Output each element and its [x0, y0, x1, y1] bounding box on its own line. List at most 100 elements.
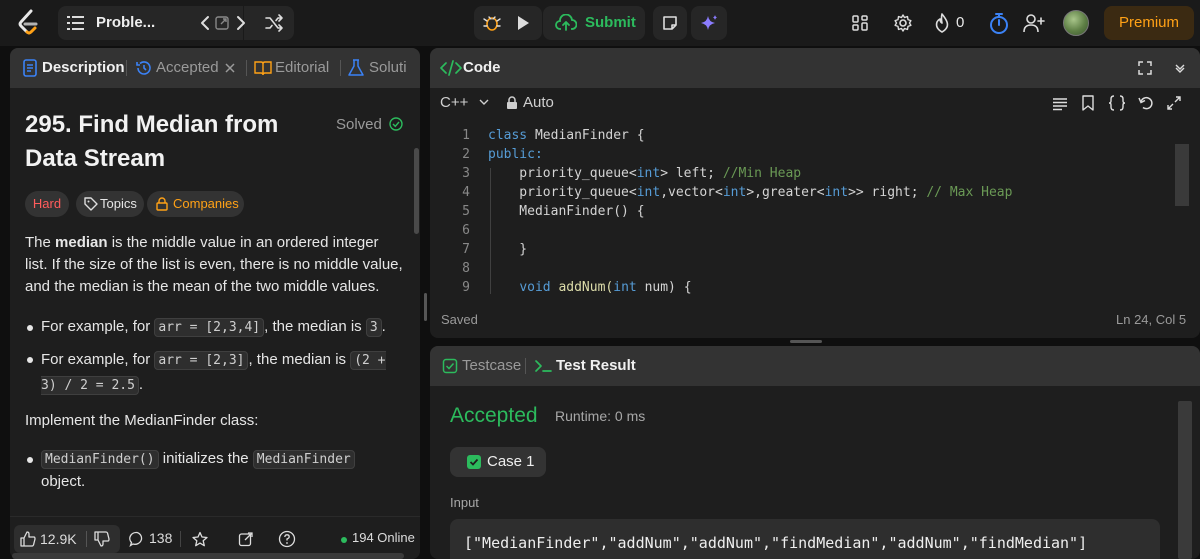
test-panel-scrollbar[interactable] — [1178, 401, 1192, 559]
case-1-tab[interactable]: Case 1 — [450, 447, 546, 477]
difficulty-badge: Hard — [25, 191, 69, 217]
verdict-status: Accepted — [450, 404, 538, 427]
cloud-upload-icon — [555, 14, 577, 31]
premium-label: Premium — [1118, 14, 1179, 31]
run-play-icon[interactable] — [514, 14, 532, 32]
test-tabs-bar: Testcase Test Result — [430, 346, 1200, 386]
horizontal-scrollbar[interactable] — [12, 553, 404, 559]
like-count: 12.9K — [40, 531, 77, 547]
collapse-chevron-icon[interactable] — [1174, 62, 1186, 74]
list-icon — [67, 16, 84, 30]
bullet — [27, 457, 33, 463]
companies-tag-button[interactable]: Companies — [147, 191, 244, 217]
class-item-1: MedianFinder() initializes the MedianFin… — [41, 448, 371, 493]
tab-description[interactable]: Description — [42, 59, 125, 76]
share-icon[interactable] — [238, 531, 254, 547]
shuffle-icon[interactable] — [257, 6, 291, 40]
flask-icon — [348, 59, 364, 76]
inline-code: MedianFinder() — [41, 450, 159, 469]
submit-button[interactable]: Submit — [543, 6, 645, 40]
note-icon — [663, 16, 677, 30]
tab-divider — [340, 60, 341, 76]
description-tabs-bar: Description Accepted Editorial Soluti — [10, 48, 420, 88]
comment-icon[interactable] — [129, 531, 145, 547]
tab-divider — [126, 60, 127, 76]
add-friend-icon[interactable] — [1022, 12, 1046, 34]
chevron-left-icon[interactable] — [189, 6, 223, 40]
code-token: >,greater< — [746, 185, 825, 200]
example-2: For example, for arr = [2,3], the median… — [41, 348, 391, 398]
bookmark-icon[interactable] — [1082, 95, 1094, 111]
solved-status: Solved — [336, 116, 403, 133]
chevron-right-icon[interactable] — [223, 6, 257, 40]
inline-code: MedianFinder — [252, 450, 355, 469]
problem-title[interactable]: 295. Find Median from Data Stream — [25, 108, 325, 176]
line-number: 7 — [462, 242, 470, 257]
runtime-text: Runtime: 0 ms — [555, 408, 646, 424]
autocomplete-mode[interactable]: Auto — [523, 94, 554, 111]
leetcode-logo-icon[interactable] — [14, 8, 44, 38]
code-token: int — [636, 166, 661, 181]
tab-accepted[interactable]: Accepted — [156, 59, 219, 76]
comment-count[interactable]: 138 — [149, 530, 172, 546]
test-panel: Testcase Test Result Accepted Runtime: 0… — [430, 346, 1200, 559]
solved-label: Solved — [336, 116, 382, 133]
thumbs-down-icon[interactable] — [94, 531, 110, 547]
debug-bug-icon[interactable] — [482, 13, 502, 33]
fullscreen-icon[interactable] — [1138, 61, 1152, 75]
intro-bold-term: median — [55, 234, 108, 251]
format-lines-icon[interactable] — [1052, 97, 1068, 111]
code-scrollbar[interactable] — [1175, 144, 1189, 206]
layout-grid-icon[interactable] — [851, 14, 869, 32]
code-brackets-icon — [440, 60, 462, 76]
code-line: void addNum(int num) { — [488, 280, 691, 295]
code-token: } — [488, 242, 528, 257]
inline-code: arr = [2,3,4] — [154, 318, 265, 337]
code-editor[interactable]: 1 class MedianFinder {2 public: 3 priority_… — [430, 128, 1200, 295]
code-token: priority_queue< — [488, 166, 637, 181]
user-avatar[interactable] — [1063, 10, 1089, 36]
line-number: 4 — [462, 185, 470, 200]
favorite-star-icon[interactable] — [192, 531, 208, 547]
premium-button[interactable]: Premium — [1104, 6, 1194, 40]
line-number: 9 — [462, 280, 470, 295]
help-question-icon[interactable] — [278, 530, 296, 548]
streak-fire-icon[interactable] — [933, 12, 951, 34]
divider — [86, 531, 87, 547]
description-scrollbar[interactable] — [414, 148, 419, 234]
intro-text: The — [25, 234, 56, 251]
tab-solutions[interactable]: Soluti — [369, 59, 407, 76]
implement-heading: Implement the MedianFinder class: — [25, 412, 259, 429]
panel-resize-handle[interactable] — [424, 293, 427, 321]
run-group — [474, 6, 542, 40]
settings-gear-icon[interactable] — [893, 13, 913, 33]
code-token: ,vector< — [660, 185, 723, 200]
tab-editorial[interactable]: Editorial — [275, 59, 329, 76]
ai-assist-button[interactable] — [691, 6, 727, 40]
code-line: MedianFinder() { — [488, 204, 644, 219]
thumbs-up-icon[interactable] — [20, 531, 36, 547]
example-text: , the median is — [248, 351, 351, 368]
tab-testcase[interactable]: Testcase — [462, 357, 521, 374]
close-tab-icon[interactable] — [224, 62, 236, 74]
problem-list-button[interactable]: Proble... — [96, 14, 155, 31]
document-icon — [23, 59, 37, 77]
timer-stopwatch-icon[interactable] — [988, 11, 1010, 35]
book-icon — [254, 61, 272, 76]
notes-button[interactable] — [653, 6, 687, 40]
tab-test-result[interactable]: Test Result — [556, 357, 636, 374]
line-number: 1 — [462, 128, 470, 143]
tab-code[interactable]: Code — [463, 59, 501, 76]
expand-arrows-icon[interactable] — [1167, 96, 1181, 110]
code-token: class — [488, 128, 535, 143]
reset-undo-icon[interactable] — [1138, 95, 1154, 111]
curly-braces-icon[interactable] — [1108, 95, 1126, 111]
companies-label: Companies — [173, 196, 239, 211]
item-text: initializes the — [158, 450, 253, 467]
vertical-resize-handle[interactable] — [790, 340, 822, 343]
topics-tag-button[interactable]: Topics — [76, 191, 144, 217]
online-indicator — [341, 537, 347, 543]
input-value-box[interactable]: ["MedianFinder","addNum","addNum","findM… — [450, 519, 1160, 559]
language-select[interactable]: C++ — [440, 94, 489, 111]
divider — [180, 531, 181, 547]
